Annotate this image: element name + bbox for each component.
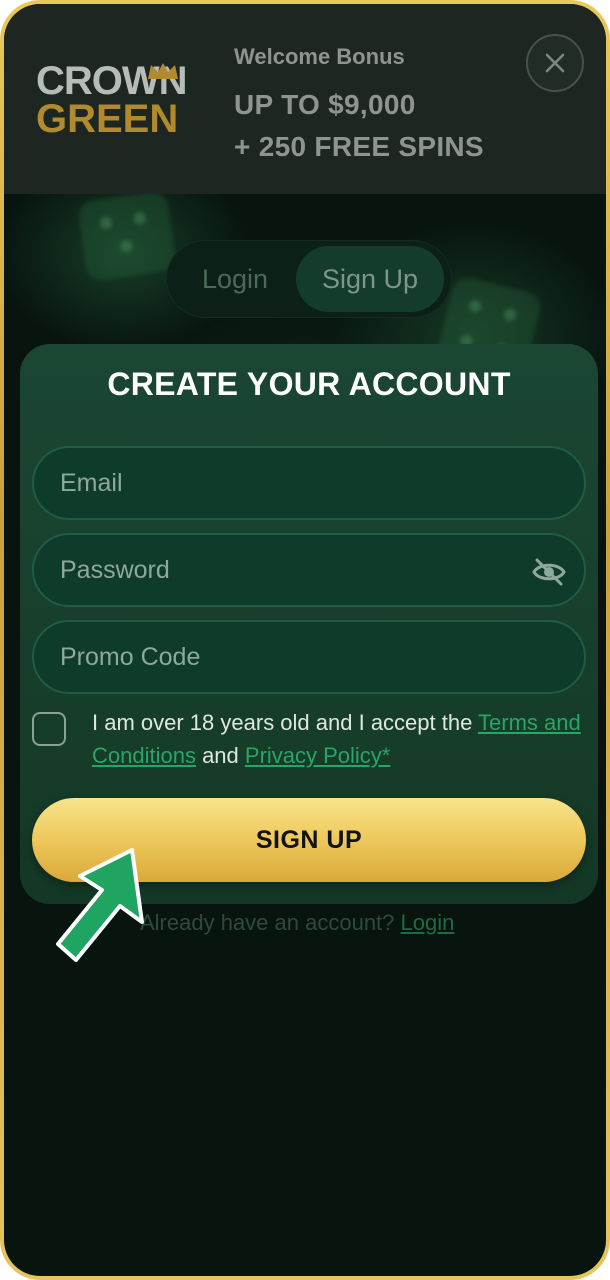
crown-green-logo: CROWN GREEN — [36, 59, 206, 142]
bonus-label: Welcome Bonus — [234, 44, 405, 69]
login-link[interactable]: Login — [401, 910, 455, 935]
signup-card: CREATE YOUR ACCOUNT I am over 18 years o… — [20, 344, 598, 904]
logo-line-1: CROWN — [36, 59, 188, 103]
email-field-wrapper — [32, 446, 586, 520]
consent-and: and — [195, 743, 245, 768]
promo-field-wrapper — [32, 620, 586, 694]
tab-login[interactable]: Login — [180, 246, 290, 312]
password-field[interactable] — [34, 535, 584, 605]
close-button[interactable] — [526, 34, 584, 92]
login-prompt: Already have an account? Login — [140, 910, 454, 936]
form-title: CREATE YOUR ACCOUNT — [107, 366, 511, 402]
age-consent-checkbox[interactable] — [32, 712, 66, 746]
consent-label: I am over 18 years old and I accept the — [92, 710, 479, 735]
close-icon — [545, 53, 565, 73]
crown-icon — [148, 63, 178, 79]
dice-decoration — [76, 190, 178, 282]
logo-line-2: GREEN — [36, 97, 179, 141]
eye-slash-icon[interactable] — [532, 557, 566, 587]
auth-tabs: Login Sign Up — [166, 240, 452, 318]
bonus-spins: + 250 FREE SPINS — [234, 131, 484, 162]
email-field[interactable] — [34, 448, 584, 518]
consent-text: I am over 18 years old and I accept the … — [92, 706, 592, 772]
welcome-bonus: Welcome Bonus UP TO $9,000 + 250 FREE SP… — [234, 44, 484, 168]
arrow-pointer-icon — [56, 848, 144, 962]
promo-code-field[interactable] — [34, 622, 584, 692]
promo-header: CROWN GREEN Welcome Bonus UP TO $9,000 +… — [4, 4, 606, 194]
app-screen: CROWN GREEN Welcome Bonus UP TO $9,000 +… — [4, 4, 606, 1276]
device-frame: CROWN GREEN Welcome Bonus UP TO $9,000 +… — [0, 0, 610, 1280]
password-field-wrapper — [32, 533, 586, 607]
tab-sign-up[interactable]: Sign Up — [296, 246, 444, 312]
login-prompt-text: Already have an account? — [140, 910, 401, 935]
bonus-amount: UP TO $9,000 — [234, 89, 416, 120]
privacy-policy-link[interactable]: Privacy Policy* — [245, 743, 390, 768]
